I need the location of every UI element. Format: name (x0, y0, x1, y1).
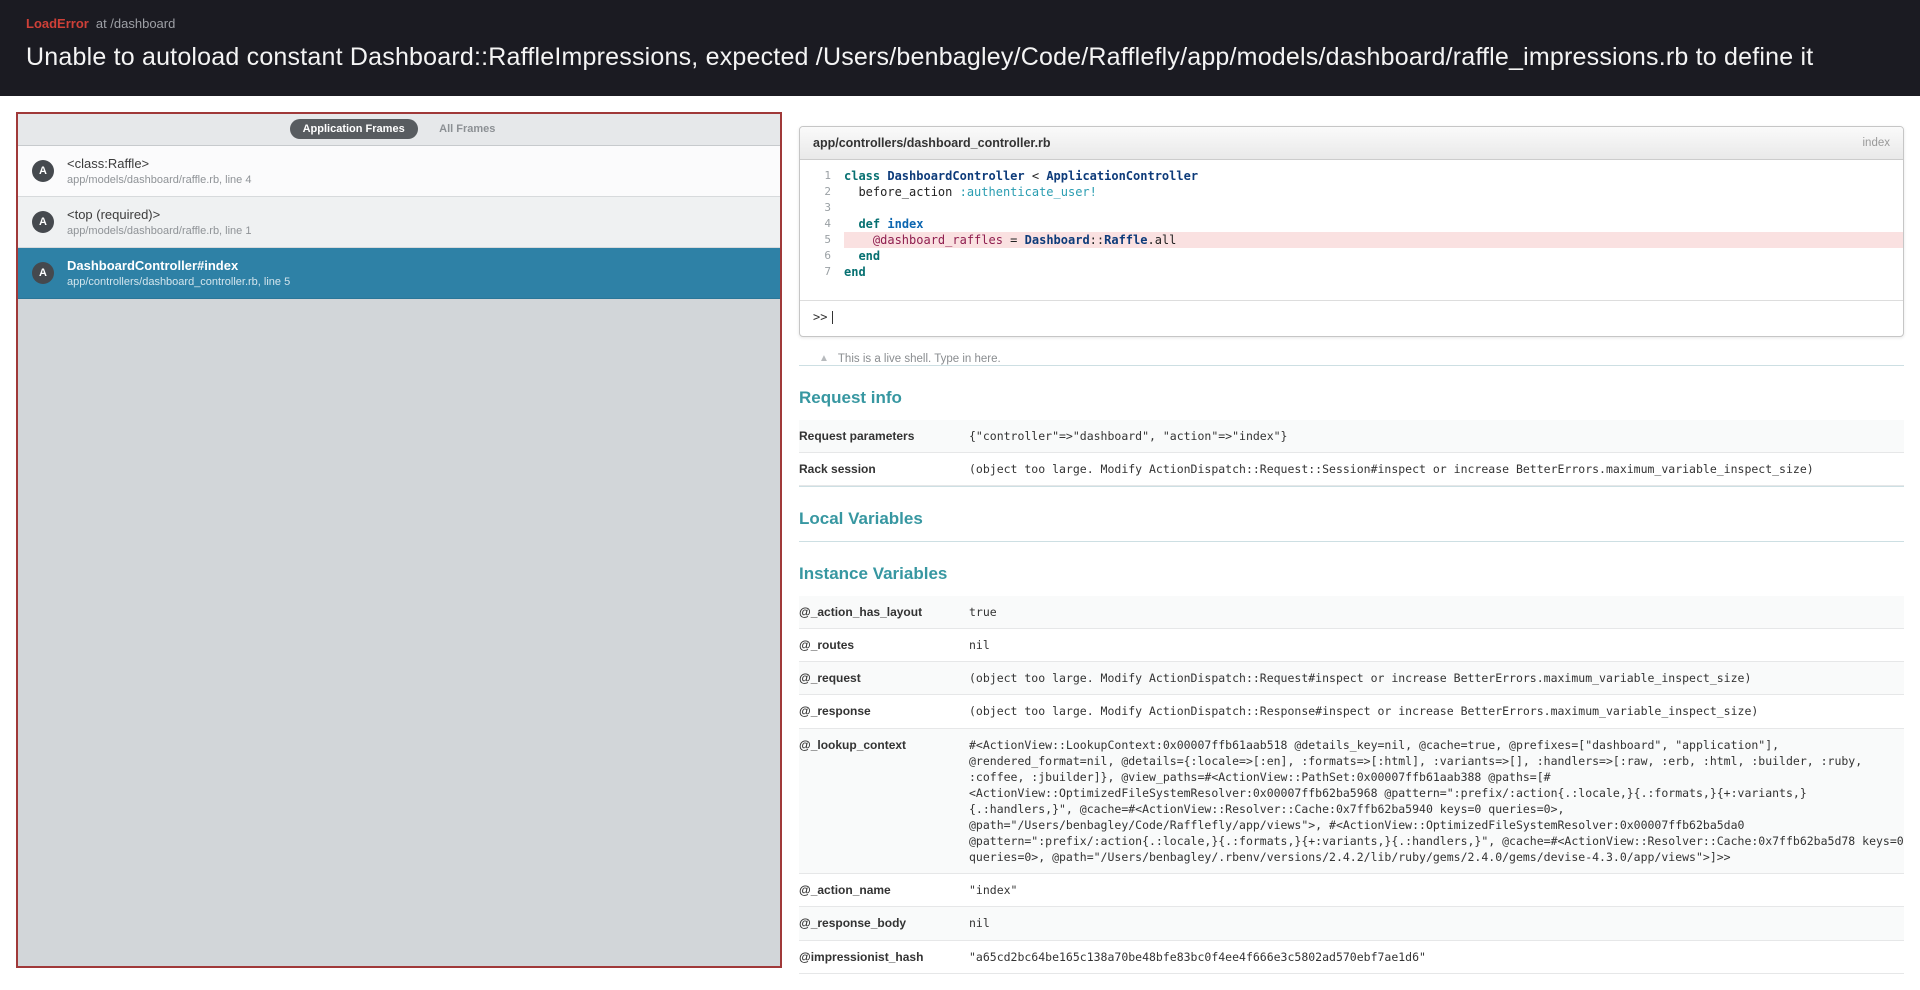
application-frame-badge: A (32, 262, 54, 284)
variable-row: @impressionist_hash "a65cd2bc64be165c138a… (799, 941, 1904, 974)
variable-row: @_lookup_context #<ActionView::LookupCont… (799, 728, 1911, 875)
request-info-title: Request info (799, 388, 902, 407)
error-summary-line: LoadError at /dashboard (26, 16, 1894, 31)
source-code: class DashboardController < ApplicationC… (844, 169, 1199, 183)
code-viewer: app/controllers/dashboard_controller.rb … (799, 126, 1904, 337)
line-number: 6 (824, 249, 831, 262)
source-code: before_action :authenticate_user! (844, 185, 1097, 199)
frame-path: app/controllers/dashboard_controller.rb,… (67, 276, 291, 288)
variable-name: @_action_name (799, 883, 891, 898)
instance-variables-table: @_action_has_layout true @_routes nil @_requ… (799, 596, 1911, 974)
frames-panel: Application Frames All Frames A <class:Ra… (16, 112, 782, 968)
code-lines: 1 class DashboardController < Application… (800, 160, 1903, 300)
variable-name: @_response_body (799, 916, 907, 931)
application-frame-badge: A (32, 160, 54, 182)
local-variables-title: Local Variables (799, 509, 923, 529)
frame-item[interactable]: A <top (required)> app/models/dashboard/ra… (18, 197, 780, 248)
error-message: Unable to autoload constant Dashboard::R… (26, 43, 1814, 71)
code-method-name: index (1862, 137, 1891, 149)
line-number: 3 (824, 201, 831, 214)
frame-path: app/models/dashboard/raffle.rb, line 4 (67, 174, 252, 186)
source-code: end (844, 265, 866, 279)
line-number: 7 (824, 265, 831, 278)
code-line-3: 3 (800, 200, 1903, 216)
variable-name: Request parameters (799, 429, 915, 443)
error-header: LoadError at /dashboard Unable to autoloa… (0, 0, 1920, 96)
code-filename: app/controllers/dashboard_controller.rb (813, 136, 1051, 150)
frame-item[interactable]: A DashboardController#index app/controller… (18, 248, 780, 299)
line-number: 4 (824, 217, 831, 230)
code-line-1: 1 class DashboardController < Application… (800, 168, 1903, 184)
variable-value: (object too large. Modify ActionDispatch… (969, 704, 1759, 719)
variable-name: @_response (799, 704, 871, 719)
source-code: end (858, 249, 881, 263)
variable-value: (object too large. Modify ActionDispatch… (969, 671, 1752, 686)
variable-row: Request parameters {"controller"=>"dashbo… (799, 420, 1904, 454)
tab-all-frames[interactable]: All Frames (426, 119, 508, 139)
variable-row: @_routes nil (799, 629, 1904, 663)
variable-value: "a65cd2bc64be165c138a70be48bfe83bc0f4ee4… (969, 949, 1426, 964)
frame-name: <top (required)> (67, 207, 161, 222)
variable-row: @_response (object too large. Modify Acti… (799, 695, 1904, 729)
tab-application-frames[interactable]: Application Frames (289, 119, 418, 139)
section-divider (799, 541, 1904, 543)
variable-name: @_routes (799, 638, 855, 653)
source-code: def index (858, 217, 924, 231)
code-line-6: 6 end (800, 248, 1903, 264)
variable-value: nil (969, 638, 990, 653)
repl-prompt: >> (813, 310, 828, 324)
variable-value: #<ActionView::LookupContext:0x00007ffb61… (969, 737, 1911, 865)
variable-name: Rack session (799, 462, 876, 477)
frame-name: DashboardController#index (67, 258, 239, 273)
frames-list: A <class:Raffle> app/models/dashboard/raff… (18, 146, 780, 299)
variable-value: {"controller"=>"dashboard", "action"=>"i… (969, 429, 1288, 443)
line-number: 5 (824, 233, 831, 246)
repl-caret (832, 311, 834, 324)
variable-row: @_action_name "index" (799, 874, 1904, 908)
variable-name: @_action_has_layout (799, 605, 923, 620)
variable-row: Rack session (object too large. Modify Ac… (799, 453, 1904, 487)
live-shell-note-text: This is a live shell. Type in here. (837, 353, 1001, 365)
variable-value: "index" (969, 883, 1018, 898)
application-frame-badge: A (32, 211, 54, 233)
code-header: app/controllers/dashboard_controller.rb … (800, 127, 1903, 160)
variable-value: true (969, 605, 997, 620)
source-code: @dashboard_raffles = Dashboard::Raffle.a… (844, 232, 1903, 248)
request-info-table: Request parameters {"controller"=>"dashbo… (799, 420, 1904, 487)
code-line-5: 5 @dashboard_raffles = Dashboard::Raffle… (800, 232, 1903, 248)
line-number: 2 (824, 185, 831, 198)
frames-tabs: Application Frames All Frames (18, 114, 780, 146)
variable-name: @_lookup_context (799, 737, 907, 752)
details-panel: app/controllers/dashboard_controller.rb … (799, 112, 1904, 974)
repl-console-input[interactable]: >> (800, 300, 1903, 336)
variable-row: @_response_body nil (799, 907, 1904, 941)
variable-name: @impressionist_hash (799, 949, 924, 964)
live-shell-note: ▲ This is a live shell. Type in here. (819, 353, 1904, 365)
variable-name: @_request (799, 671, 861, 686)
variable-value: (object too large. Modify ActionDispatch… (969, 462, 1814, 477)
variable-row: @_request (object too large. Modify Actio… (799, 662, 1904, 696)
warning-icon: ▲ (819, 353, 829, 364)
frame-name: <class:Raffle> (67, 156, 150, 171)
section-divider (799, 486, 1904, 488)
error-type: LoadError (26, 16, 89, 31)
main-content: Application Frames All Frames A <class:Ra… (0, 96, 1920, 990)
frame-item[interactable]: A <class:Raffle> app/models/dashboard/raff… (18, 146, 780, 197)
error-location: at /dashboard (95, 16, 176, 31)
source-code (844, 200, 1903, 216)
code-line-2: 2 before_action :authenticate_user! (800, 184, 1903, 200)
section-divider (799, 365, 1904, 366)
code-line-4: 4 def index (800, 216, 1903, 232)
variable-value: nil (969, 916, 990, 931)
line-number: 1 (824, 169, 831, 182)
frame-path: app/models/dashboard/raffle.rb, line 1 (67, 225, 252, 237)
variable-row: @_action_has_layout true (799, 596, 1904, 630)
code-line-7: 7 end (800, 264, 1903, 280)
instance-variables-title: Instance Variables (799, 564, 948, 584)
